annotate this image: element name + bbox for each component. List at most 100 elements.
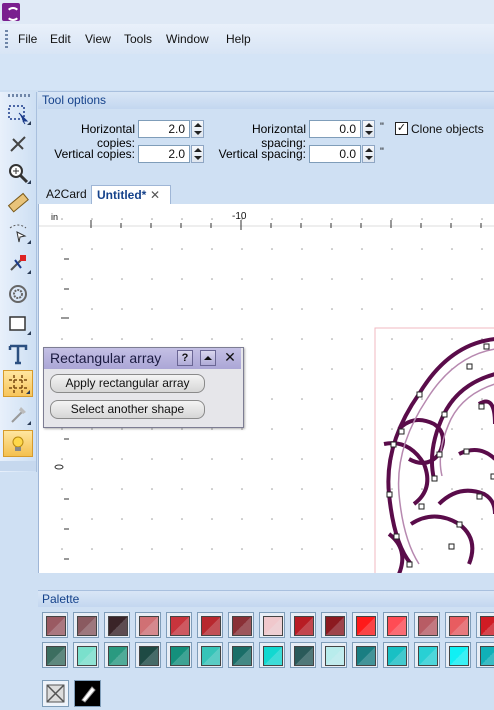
canvas-bottom-strip <box>38 573 494 581</box>
swatch-color <box>170 616 190 636</box>
swatch-color <box>263 646 283 666</box>
vertical-copies-spinner[interactable] <box>191 145 204 163</box>
palette-swatch[interactable] <box>42 612 68 638</box>
palette-swatch[interactable] <box>290 642 316 668</box>
zoom-tool-button[interactable] <box>3 159 33 186</box>
palette-swatch[interactable] <box>383 612 409 638</box>
vertical-spacing-input[interactable]: 0.0 <box>309 145 361 163</box>
palette-swatch[interactable] <box>476 642 494 668</box>
swatch-color <box>418 616 438 636</box>
collapse-icon[interactable] <box>200 350 216 366</box>
rhinestone-tool-button[interactable] <box>3 280 33 307</box>
swatch-color <box>201 646 221 666</box>
vertical-copies-input[interactable]: 2.0 <box>138 145 190 163</box>
title-bar <box>0 0 494 24</box>
outline-color-button[interactable] <box>74 680 101 707</box>
ruler-tool-button[interactable] <box>3 189 33 216</box>
ruler-unit-label: in <box>51 212 59 222</box>
menu-file[interactable]: File <box>18 32 37 46</box>
palette-swatch[interactable] <box>259 612 285 638</box>
eyedropper-tool-button[interactable] <box>3 400 33 427</box>
palette-swatch[interactable] <box>352 612 378 638</box>
horizontal-copies-input[interactable]: 2.0 <box>138 120 190 138</box>
palette-swatch[interactable] <box>383 642 409 668</box>
swatch-color <box>232 646 252 666</box>
palette-footer <box>38 677 494 710</box>
select-tool-button[interactable] <box>3 100 33 127</box>
help-icon[interactable]: ? <box>177 350 193 366</box>
horizontal-spacing-input[interactable]: 0.0 <box>309 120 361 138</box>
swatch-color <box>139 616 159 636</box>
palette-swatch[interactable] <box>73 612 99 638</box>
select-another-shape-button[interactable]: Select another shape <box>50 400 205 419</box>
swatch-color <box>46 616 66 636</box>
tab-a2card[interactable]: A2Card <box>41 185 92 203</box>
palette-swatch[interactable] <box>352 642 378 668</box>
menu-help[interactable]: Help <box>226 32 251 46</box>
tip-tool-button[interactable] <box>3 430 33 457</box>
menu-edit[interactable]: Edit <box>50 32 71 46</box>
swatch-color <box>480 646 494 666</box>
swatch-color <box>387 616 407 636</box>
palette-swatch[interactable] <box>135 642 161 668</box>
palette-swatch[interactable] <box>197 642 223 668</box>
palette-swatch[interactable] <box>228 612 254 638</box>
trace-tool-button[interactable] <box>3 219 33 246</box>
palette-swatch[interactable] <box>445 642 471 668</box>
horizontal-copies-spinner[interactable] <box>191 120 204 138</box>
node-edit-tool-button[interactable] <box>3 249 33 276</box>
palette-swatch[interactable] <box>476 612 494 638</box>
swatch-color <box>480 616 494 636</box>
palette-swatch[interactable] <box>197 612 223 638</box>
palette-swatch[interactable] <box>104 642 130 668</box>
knife-tool-button[interactable] <box>3 130 33 157</box>
swatch-color <box>77 646 97 666</box>
pen-icon <box>81 686 96 703</box>
tool-options-header <box>38 91 494 110</box>
palette-swatch[interactable] <box>445 612 471 638</box>
swatch-color <box>77 616 97 636</box>
swatch-color <box>201 616 221 636</box>
palette-swatch[interactable] <box>135 612 161 638</box>
palette-swatch[interactable] <box>166 642 192 668</box>
swatch-color <box>46 646 66 666</box>
lightbulb-icon <box>12 436 24 451</box>
palette-swatch[interactable] <box>290 612 316 638</box>
rhinestone-icon <box>9 284 27 303</box>
menu-grip-handle[interactable] <box>5 30 8 48</box>
array-tool-button[interactable] <box>3 370 33 397</box>
palette-swatch[interactable] <box>414 612 440 638</box>
palette-swatch[interactable] <box>321 612 347 638</box>
tool-options-title: Tool options <box>42 93 107 107</box>
palette-swatch[interactable] <box>104 612 130 638</box>
menu-view[interactable]: View <box>85 32 111 46</box>
toolbar-grip-handle[interactable] <box>8 94 30 97</box>
palette-swatch[interactable] <box>73 642 99 668</box>
no-fill-icon <box>46 684 65 703</box>
close-icon[interactable]: ✕ <box>222 350 238 366</box>
palette-swatch[interactable] <box>42 642 68 668</box>
vertical-spacing-spinner[interactable] <box>362 145 375 163</box>
palette-swatch[interactable] <box>259 642 285 668</box>
ruler-icon <box>7 192 29 213</box>
app-logo-icon <box>2 3 20 21</box>
swatch-color <box>263 616 283 636</box>
clone-objects-checkbox[interactable]: ✓ <box>395 122 408 135</box>
tab-untitled-label: Untitled* <box>97 188 147 202</box>
close-tab-icon[interactable]: ✕ <box>150 188 160 202</box>
palette-swatch[interactable] <box>166 612 192 638</box>
menu-window[interactable]: Window <box>166 32 209 46</box>
palette-swatch[interactable] <box>321 642 347 668</box>
palette-swatch[interactable] <box>228 642 254 668</box>
text-tool-button[interactable] <box>3 340 33 367</box>
palette-swatch[interactable] <box>414 642 440 668</box>
text-icon <box>8 344 28 364</box>
no-fill-button[interactable] <box>42 680 69 707</box>
horizontal-spacing-spinner[interactable] <box>362 120 375 138</box>
apply-rectangular-array-button[interactable]: Apply rectangular array <box>50 374 205 393</box>
swatch-color <box>232 616 252 636</box>
menu-tools[interactable]: Tools <box>124 32 152 46</box>
swatch-color <box>449 616 469 636</box>
swatch-color <box>325 616 345 636</box>
rectangle-tool-button[interactable] <box>3 310 33 337</box>
